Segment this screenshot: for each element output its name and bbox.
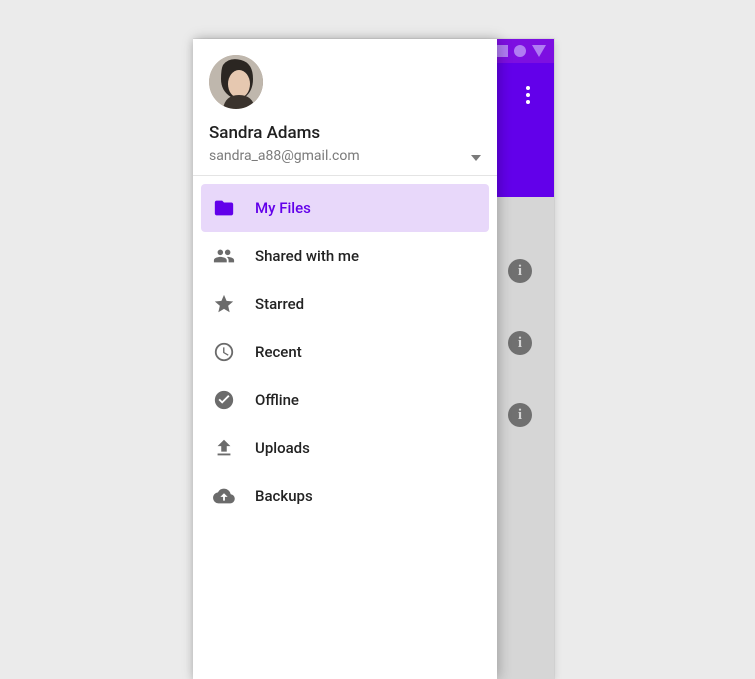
nav-item-label: Starred [255, 295, 304, 313]
nav-item-backups[interactable]: Backups [201, 472, 489, 520]
navigation-drawer: Sandra Adams sandra_a88@gmail.com My Fil… [193, 39, 497, 679]
account-email: sandra_a88@gmail.com [209, 148, 360, 164]
nav-item-label: Backups [255, 487, 313, 505]
avatar[interactable] [209, 55, 263, 109]
nav-item-my-files[interactable]: My Files [201, 184, 489, 232]
clock-icon [211, 341, 255, 363]
star-icon [211, 293, 255, 315]
nav-item-label: Uploads [255, 439, 310, 457]
upload-icon [211, 437, 255, 459]
device-frame: i i i Sandra Adams [194, 39, 554, 679]
nav-item-shared-with-me[interactable]: Shared with me [201, 232, 489, 280]
status-circle-icon [514, 42, 526, 61]
nav-item-recent[interactable]: Recent [201, 328, 489, 376]
status-triangle-icon [532, 42, 546, 61]
more-button[interactable] [508, 75, 548, 115]
nav-item-starred[interactable]: Starred [201, 280, 489, 328]
account-name: Sandra Adams [209, 123, 481, 143]
nav-item-label: My Files [255, 199, 311, 217]
offline-pin-icon [211, 389, 255, 411]
nav-list: My Files Shared with me Starred Recent [193, 176, 497, 520]
account-header: Sandra Adams sandra_a88@gmail.com [193, 39, 497, 176]
cloud-upload-icon [211, 485, 255, 507]
account-switcher[interactable]: sandra_a88@gmail.com [209, 146, 481, 165]
folder-icon [211, 197, 255, 219]
nav-item-label: Recent [255, 343, 302, 361]
chevron-down-icon [471, 146, 481, 165]
info-icon[interactable]: i [508, 259, 532, 283]
nav-item-offline[interactable]: Offline [201, 376, 489, 424]
people-icon [211, 245, 255, 267]
nav-item-label: Offline [255, 391, 299, 409]
info-icon[interactable]: i [508, 403, 532, 427]
info-icon[interactable]: i [508, 331, 532, 355]
status-square-icon [496, 42, 508, 61]
more-vert-icon [526, 86, 530, 104]
nav-item-label: Shared with me [255, 247, 359, 265]
nav-item-uploads[interactable]: Uploads [201, 424, 489, 472]
